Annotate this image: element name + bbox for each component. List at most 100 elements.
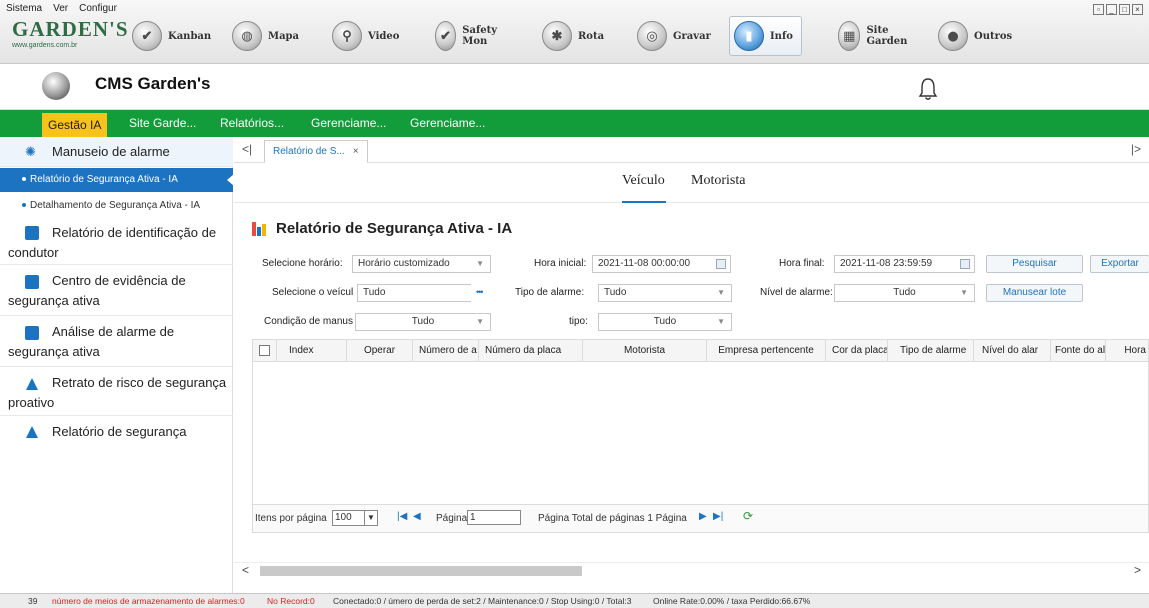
sidebar-item-analise-alarme[interactable]: Análise de alarme de segurança ativa: [0, 317, 233, 367]
maximize-icon[interactable]: □: [1119, 4, 1130, 15]
sidebar-item-label: Relatório de identificação de condutor: [8, 225, 217, 260]
scroll-right-icon[interactable]: >: [1134, 563, 1141, 577]
chevron-down-icon: ▼: [476, 317, 484, 326]
tab-scroll-right-icon[interactable]: |>: [1131, 142, 1141, 156]
chevron-down-icon: ▼: [960, 288, 968, 297]
first-page-icon[interactable]: |◀: [397, 511, 407, 522]
alarm-type-select[interactable]: Tudo ▼: [598, 284, 732, 302]
scroll-left-icon[interactable]: <: [242, 563, 249, 577]
type-select[interactable]: Tudo ▼: [598, 313, 732, 331]
module-kanban[interactable]: ✔ Kanban: [132, 16, 211, 56]
horizontal-scrollbar[interactable]: < >: [234, 562, 1149, 578]
start-value: 2021-11-08 00:00:00: [598, 258, 691, 269]
alarm-type-label: Tipo de alarme:: [515, 287, 585, 298]
module-rota[interactable]: ✱ Rota: [542, 16, 604, 56]
last-page-icon[interactable]: ▶|: [713, 511, 723, 522]
tab-scroll-left-icon[interactable]: <|: [242, 142, 252, 156]
module-video[interactable]: ⚲ Video: [332, 16, 399, 56]
prev-page-icon[interactable]: ◀: [413, 511, 421, 522]
menu-sistema[interactable]: Sistema: [6, 3, 42, 14]
per-page-select[interactable]: 100 ▼: [332, 510, 378, 526]
module-info[interactable]: ▮ Info: [729, 16, 802, 56]
page-input[interactable]: 1: [467, 510, 521, 525]
nav-relatorios[interactable]: Relatórios...: [220, 110, 284, 137]
end-time-input[interactable]: 2021-11-08 23:59:59: [834, 255, 975, 273]
module-label: Kanban: [168, 30, 212, 42]
column-header[interactable]: Número da placa: [479, 340, 583, 362]
module-label: Info: [770, 30, 793, 42]
column-header[interactable]: Cor da placa: [826, 340, 888, 362]
app-title: CMS Garden's: [95, 74, 211, 93]
scroll-thumb[interactable]: [260, 566, 582, 576]
sidebar-item-centro-evidencia[interactable]: Centro de evidência de segurança ativa: [0, 266, 233, 316]
shield-icon: ✔: [435, 21, 457, 51]
column-header[interactable]: Número de a: [413, 340, 479, 362]
module-label: Rota: [578, 30, 605, 42]
nav-gerenciamento-2[interactable]: Gerenciame...: [410, 110, 485, 137]
tab-close-icon[interactable]: ×: [353, 146, 359, 157]
video-icon: ⚲: [332, 21, 362, 51]
search-button[interactable]: Pesquisar: [986, 255, 1083, 273]
status-count: 39: [28, 596, 38, 606]
close-icon[interactable]: ×: [1132, 4, 1143, 15]
next-page-icon[interactable]: ▶: [699, 511, 707, 522]
kanban-icon: ✔: [132, 21, 162, 51]
column-header[interactable]: Index: [277, 340, 347, 362]
vehicle-input[interactable]: Tudo: [357, 284, 471, 302]
report-title: Relatório de Segurança Ativa - IA: [276, 220, 513, 237]
menu-ver[interactable]: Ver: [53, 3, 68, 14]
menu-configur[interactable]: Configur: [79, 3, 117, 14]
restore-icon[interactable]: ▫: [1093, 4, 1104, 15]
more-options-icon[interactable]: •••: [476, 287, 484, 297]
module-site-garden[interactable]: ▦ Site Garden: [838, 16, 915, 56]
column-header[interactable]: Nível do alar: [974, 340, 1051, 362]
select-all-checkbox[interactable]: [259, 345, 270, 356]
globe-icon: ◍: [232, 21, 262, 51]
sidebar-item-retrato-risco[interactable]: Retrato de risco de segurança proativo: [0, 368, 233, 416]
tab-motorista[interactable]: Motorista: [691, 173, 745, 203]
module-label: Gravar: [673, 30, 711, 42]
refresh-icon[interactable]: ⟳: [743, 509, 753, 523]
module-label: Site Garden: [866, 25, 908, 47]
sidebar-section-alarm[interactable]: ✺ Manuseio de alarme: [0, 137, 233, 167]
export-button[interactable]: Exportar: [1090, 255, 1149, 273]
alarm-level-value: Tudo: [893, 287, 916, 298]
nav-site-garden[interactable]: Site Garde...: [129, 110, 196, 137]
calendar-icon[interactable]: [960, 259, 970, 269]
handling-select[interactable]: Tudo ▼: [355, 313, 491, 331]
alarm-level-select[interactable]: Tudo ▼: [834, 284, 975, 302]
bell-icon[interactable]: [918, 77, 938, 101]
start-time-input[interactable]: 2021-11-08 00:00:00: [592, 255, 731, 273]
sidebar-item-relatorio-seguranca[interactable]: Relatório de segurança: [0, 417, 233, 449]
sidebar-item-label: Análise de alarme de segurança ativa: [8, 324, 175, 359]
sidebar: ✺ Manuseio de alarme Relatório de Segura…: [0, 137, 234, 593]
module-mapa[interactable]: ◍ Mapa: [232, 16, 299, 56]
main-nav: Gestão IA Site Garde... Relatórios... Ge…: [0, 110, 1149, 137]
module-gravar[interactable]: ◎ Gravar: [637, 16, 711, 56]
calendar-icon[interactable]: [716, 259, 726, 269]
sidebar-item-relatorio-seguranca-ativa[interactable]: Relatório de Segurança Ativa - IA: [0, 168, 234, 192]
column-header[interactable]: Fonte do ala: [1051, 340, 1106, 362]
window-controls: ▫ _ □ ×: [1093, 4, 1143, 15]
nav-gestao-ia[interactable]: Gestão IA: [42, 113, 108, 137]
column-header[interactable]: Tipo de alarme: [888, 340, 974, 362]
column-header[interactable]: Operar: [347, 340, 413, 362]
page-label: Página: [436, 513, 468, 524]
type-label: tipo:: [569, 316, 588, 327]
sidebar-item-label: Detalhamento de Segurança Ativa - IA: [30, 200, 201, 211]
time-select[interactable]: Horário customizado ▼: [352, 255, 491, 273]
gardens-logo: GARDEN'S www.gardens.com.br: [12, 17, 128, 61]
column-header[interactable]: Empresa pertencente: [707, 340, 826, 362]
column-header[interactable]: Hora: [1106, 340, 1148, 362]
module-outros[interactable]: ● Outros: [938, 16, 1012, 56]
tab-veiculo[interactable]: Veículo: [622, 173, 666, 203]
column-header[interactable]: Motorista: [583, 340, 707, 362]
tab-relatorio[interactable]: Relatório de S... ×: [264, 140, 368, 163]
minimize-icon[interactable]: _: [1106, 4, 1117, 15]
sidebar-item-identificacao-condutor[interactable]: Relatório de identificação de condutor: [0, 219, 233, 265]
module-safety-mon[interactable]: ✔ Safety Mon: [435, 16, 506, 56]
sidebar-item-detalhamento[interactable]: Detalhamento de Segurança Ativa - IA: [0, 194, 233, 218]
batch-handle-button[interactable]: Manusear lote: [986, 284, 1083, 302]
nav-gerenciamento-1[interactable]: Gerenciame...: [311, 110, 386, 137]
handling-value: Tudo: [411, 316, 435, 327]
